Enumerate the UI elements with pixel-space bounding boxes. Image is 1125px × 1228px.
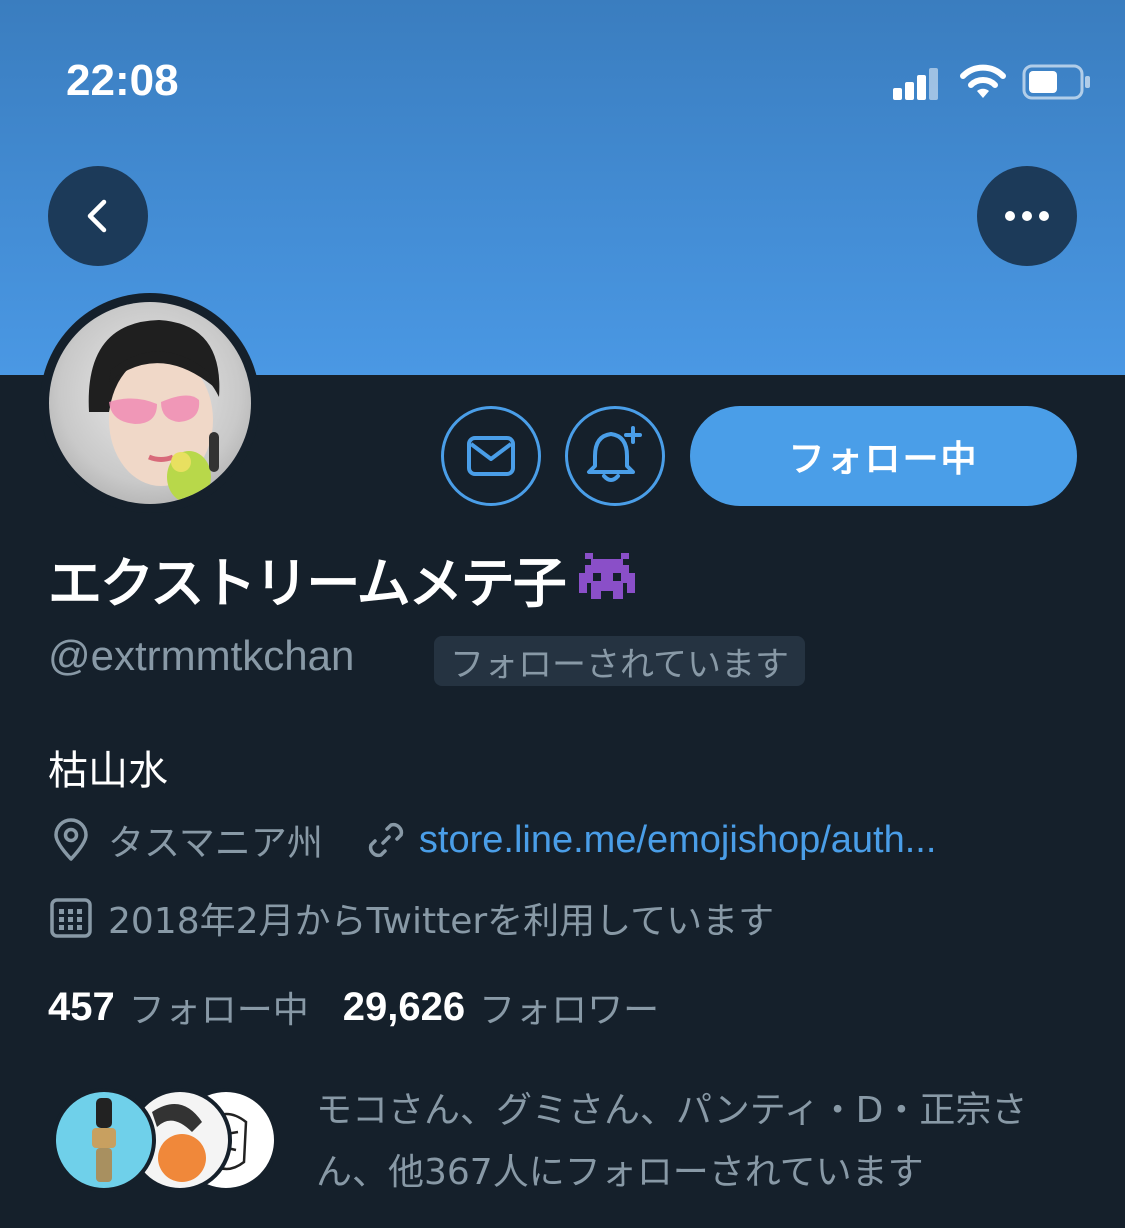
display-name: エクストリームメテ子 bbox=[48, 546, 639, 615]
battery-icon bbox=[1022, 64, 1090, 100]
profile-avatar[interactable] bbox=[40, 293, 260, 513]
alien-monster-icon bbox=[578, 553, 635, 599]
following-count: 457 bbox=[48, 984, 115, 1029]
more-dots-icon bbox=[1005, 211, 1049, 221]
followers-label: フォロワー bbox=[479, 990, 660, 1031]
envelope-icon bbox=[467, 436, 515, 476]
wifi-icon bbox=[960, 64, 1006, 98]
status-bar: 22:08 bbox=[0, 0, 1125, 130]
back-button[interactable] bbox=[48, 166, 148, 266]
website-link[interactable]: store.line.me/emojishop/auth... bbox=[419, 819, 937, 862]
profile-bio: 枯山水 bbox=[48, 748, 168, 794]
following-label: フォロー中 bbox=[128, 990, 309, 1031]
user-handle: @extrmmtkchan bbox=[48, 632, 355, 679]
notifications-button[interactable] bbox=[565, 406, 665, 506]
link-icon bbox=[368, 822, 404, 858]
avatar-image bbox=[49, 302, 251, 504]
bell-plus-icon bbox=[587, 426, 642, 482]
display-name-text: エクストリームメテ子 bbox=[48, 551, 567, 615]
chevron-left-icon bbox=[87, 199, 107, 233]
followers-count: 29,626 bbox=[342, 984, 466, 1029]
followers-you-know-text: モコさん、グミさん、パンティ・D・正宗さん、他367人にフォローされています bbox=[316, 1090, 1028, 1193]
follower-avatar bbox=[52, 1088, 156, 1192]
following-stat[interactable]: 457 フォロー中 bbox=[48, 981, 309, 1033]
location-pin-icon bbox=[54, 818, 88, 861]
more-options-button[interactable] bbox=[977, 166, 1077, 266]
calendar-icon bbox=[50, 898, 92, 938]
joined-row: 2018年2月からTwitterを利用しています bbox=[48, 893, 774, 943]
joined-date-text: 2018年2月からTwitterを利用しています bbox=[108, 901, 775, 942]
followers-stat[interactable]: 29,626 フォロワー bbox=[343, 981, 659, 1033]
location-text: タスマニア州 bbox=[108, 823, 323, 864]
follow-stats: 457 フォロー中 29,626 フォロワー bbox=[48, 982, 659, 1032]
cellular-signal-icon bbox=[893, 68, 939, 100]
message-button[interactable] bbox=[441, 406, 541, 506]
follows-you-badge: フォローされています bbox=[434, 636, 805, 686]
followers-you-know[interactable]: モコさん、グミさん、パンティ・D・正宗さん、他367人にフォローされています bbox=[52, 1080, 1082, 1200]
following-button[interactable]: フォロー中 bbox=[690, 406, 1077, 506]
location-link-row: タスマニア州 store.line.me/emojishop/auth... bbox=[48, 815, 936, 865]
status-time: 22:08 bbox=[66, 56, 179, 105]
